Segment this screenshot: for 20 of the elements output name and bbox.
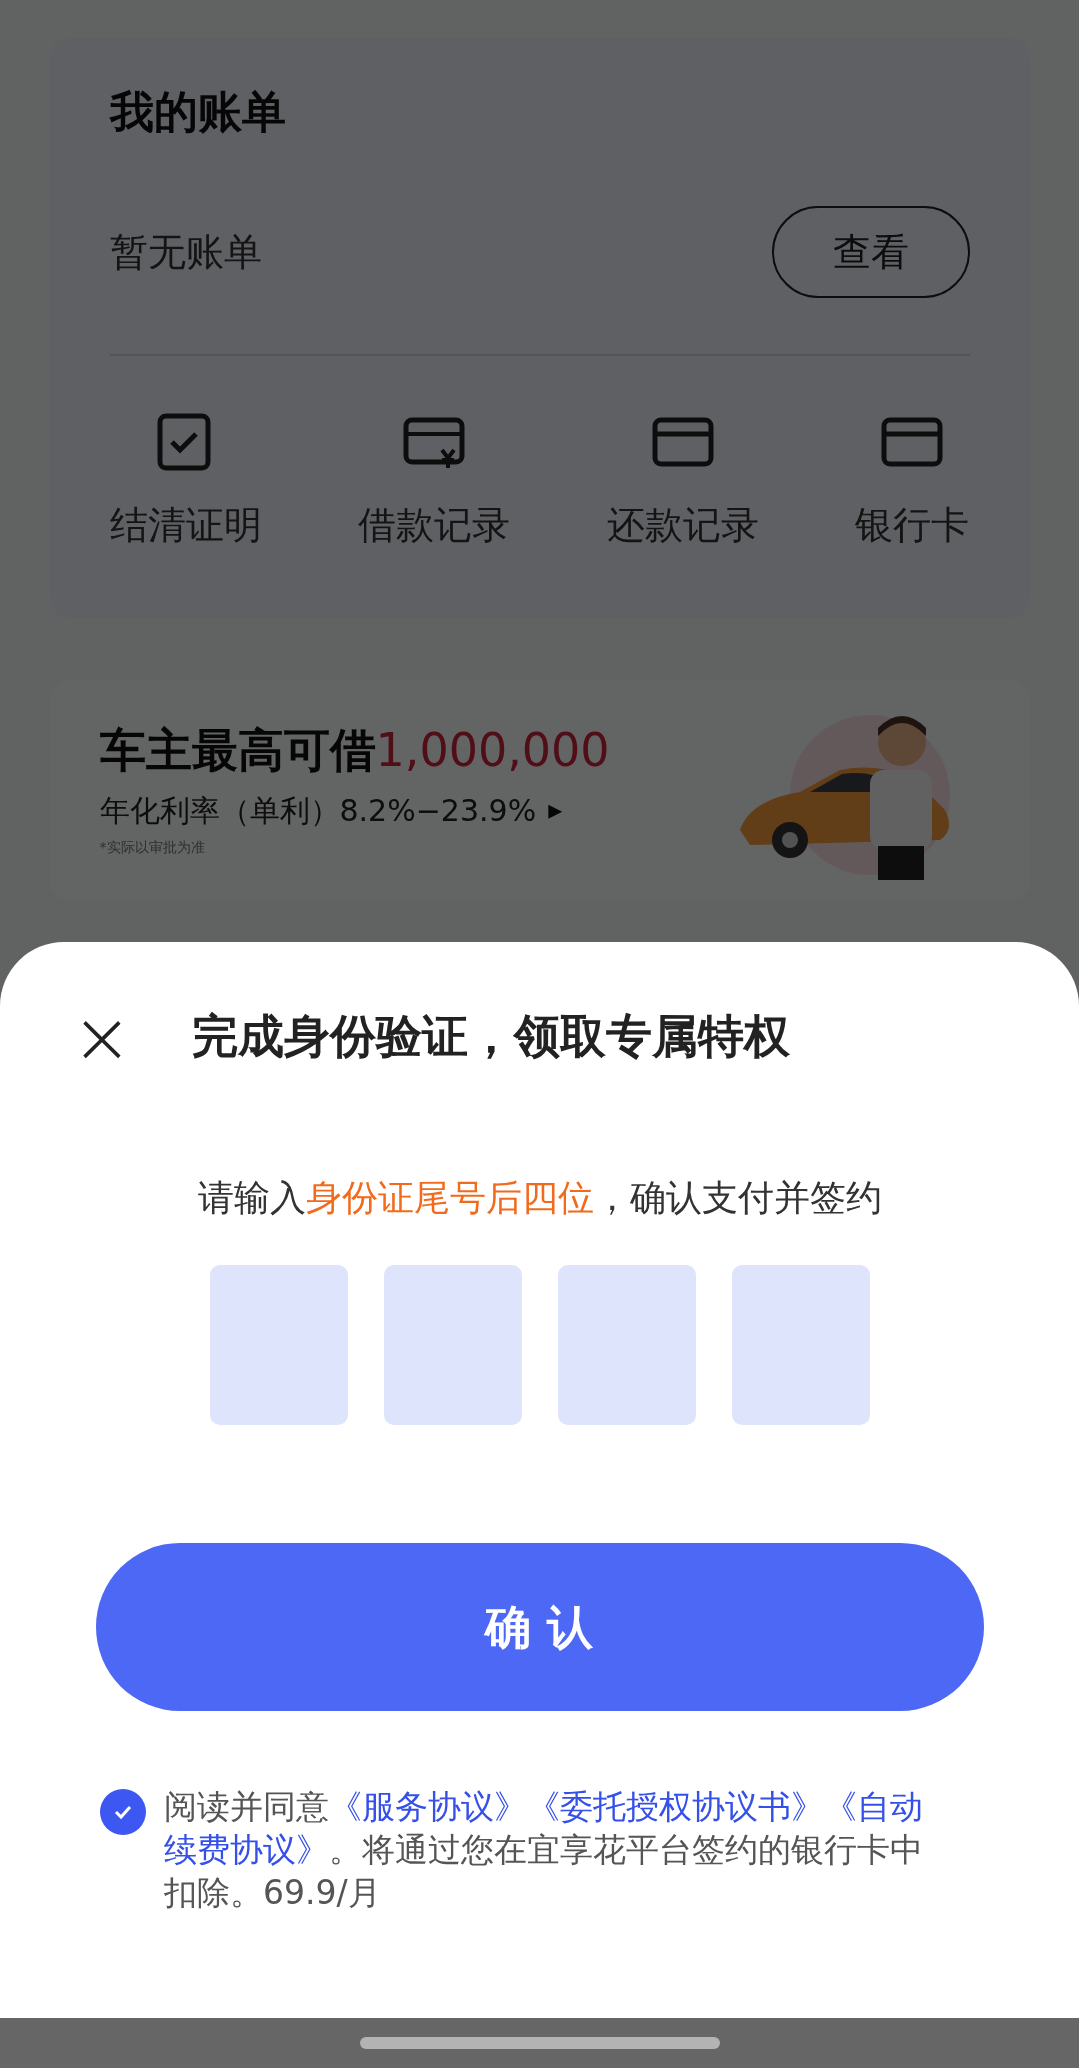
arrow-icon[interactable]: ▸ — [548, 789, 563, 832]
card-title: 我的账单 — [109, 90, 287, 134]
close-button[interactable]: × — [74, 1008, 130, 1065]
digit-input-box[interactable] — [731, 1265, 870, 1425]
shortcut-label[interactable]: 借款记录 — [358, 506, 511, 544]
digit-input-box[interactable] — [557, 1265, 696, 1425]
rate-text: 年化利率（单利）8.2%−23.9% — [99, 791, 537, 830]
prompt-text: 请输入身份证尾号后四位，确认支付并签约 — [196, 1176, 883, 1220]
agree-checkbox[interactable] — [100, 1789, 146, 1835]
banner-title: 车主最高可借1,000,000 — [99, 722, 610, 780]
digit-input-box[interactable] — [383, 1265, 522, 1425]
shortcut-label[interactable]: 银行卡 — [855, 506, 970, 544]
digit-input-box[interactable] — [209, 1265, 348, 1425]
shortcut-label[interactable]: 结清证明 — [109, 506, 262, 544]
shortcut-label[interactable]: 还款记录 — [606, 506, 759, 544]
sheet-title: 完成身份验证，领取专属特权 — [192, 1008, 790, 1065]
confirm-button[interactable]: 确 认 — [95, 1543, 984, 1711]
view-button[interactable]: 查看 — [771, 206, 970, 298]
status-text: 暂无账单 — [109, 228, 262, 276]
agreement-text: 阅读并同意《服务协议》《委托授权协议书》《自动续费协议》。将通过您在宜享花平台签约的银行卡中扣除。69.9/月 — [164, 1786, 924, 1914]
